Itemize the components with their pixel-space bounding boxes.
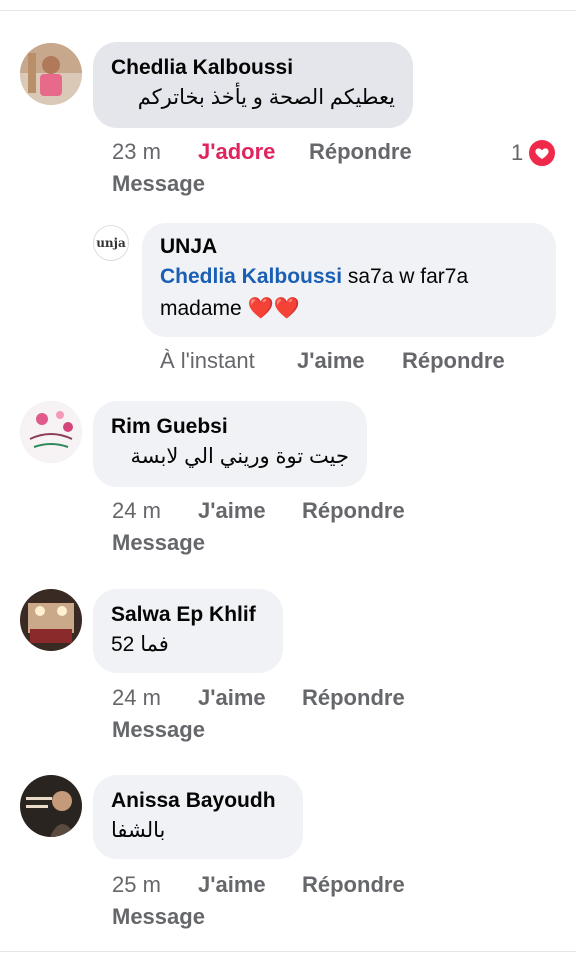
reply-button[interactable]: Répondre	[309, 136, 412, 168]
avatar[interactable]	[20, 43, 82, 105]
comment-time[interactable]: 24 m	[112, 682, 161, 714]
avatar[interactable]	[20, 589, 82, 651]
reply-time[interactable]: À l'instant	[160, 345, 255, 377]
unja-logo: unja	[96, 236, 126, 250]
avatar-floral-icon	[20, 401, 82, 463]
like-button[interactable]: J'aime	[198, 682, 266, 714]
avatar[interactable]: unja	[93, 225, 129, 261]
avatar-portrait-icon	[20, 775, 82, 837]
reply-actions: À l'instant J'aime Répondre	[160, 345, 560, 377]
top-divider	[0, 10, 576, 11]
comment-actions: 24 m J'aime Répondre Message	[112, 495, 512, 559]
avatar-room-icon	[20, 589, 82, 651]
adore-button[interactable]: J'adore	[198, 136, 275, 168]
reply-button[interactable]: Répondre	[402, 345, 505, 377]
message-button[interactable]: Message	[112, 527, 205, 559]
comment-text: يعطيكم الصحة و يأخذ بخاتركم	[137, 86, 395, 109]
message-button[interactable]: Message	[112, 714, 205, 746]
heart-reaction-icon	[527, 138, 558, 168]
comment-text: جيت توة وريني الي لابسة	[130, 445, 350, 468]
comment-author[interactable]: Chedlia Kalboussi	[111, 54, 395, 82]
reaction-count: 1	[511, 140, 524, 165]
reply-author[interactable]: UNJA	[160, 233, 538, 261]
comment-actions: 24 m J'aime Répondre Message	[112, 682, 512, 746]
like-button[interactable]: J'aime	[198, 869, 266, 901]
avatar[interactable]	[20, 775, 82, 837]
avatar-photo-icon	[20, 43, 82, 105]
comment-actions: 25 m J'aime Répondre Message	[112, 869, 512, 933]
comment-time[interactable]: 25 m	[112, 869, 161, 901]
message-button[interactable]: Message	[112, 168, 205, 200]
comment-time[interactable]: 23 m	[112, 136, 161, 168]
like-button[interactable]: J'aime	[198, 495, 266, 527]
comment-text: فما 52	[111, 633, 169, 656]
mention-link[interactable]: Chedlia Kalboussi	[160, 265, 342, 288]
avatar[interactable]	[20, 401, 82, 463]
reaction-summary[interactable]: 1	[511, 138, 558, 168]
comment-text: بالشفا	[111, 819, 166, 842]
comment-author[interactable]: Rim Guebsi	[111, 413, 349, 441]
bottom-divider	[0, 951, 576, 952]
comment-author[interactable]: Anissa Bayoudh	[111, 787, 285, 815]
reply-text: Chedlia Kalboussi sa7a w far7a madame ❤️…	[160, 261, 538, 325]
like-button[interactable]: J'aime	[297, 345, 365, 377]
comment-bubble[interactable]: Chedlia Kalboussi يعطيكم الصحة و يأخذ بخ…	[93, 42, 413, 128]
comment-bubble[interactable]: Salwa Ep Khlif فما 52	[93, 589, 283, 673]
comment-actions: 23 m J'adore Répondre Message	[112, 136, 572, 200]
reply-button[interactable]: Répondre	[302, 869, 405, 901]
comment-bubble[interactable]: Rim Guebsi جيت توة وريني الي لابسة	[93, 401, 367, 487]
reply-button[interactable]: Répondre	[302, 495, 405, 527]
comment-bubble[interactable]: Anissa Bayoudh بالشفا	[93, 775, 303, 859]
message-button[interactable]: Message	[112, 901, 205, 933]
reply-bubble[interactable]: UNJA Chedlia Kalboussi sa7a w far7a mada…	[142, 223, 556, 337]
comment-time[interactable]: 24 m	[112, 495, 161, 527]
reply-button[interactable]: Répondre	[302, 682, 405, 714]
comment-author[interactable]: Salwa Ep Khlif	[111, 601, 265, 629]
